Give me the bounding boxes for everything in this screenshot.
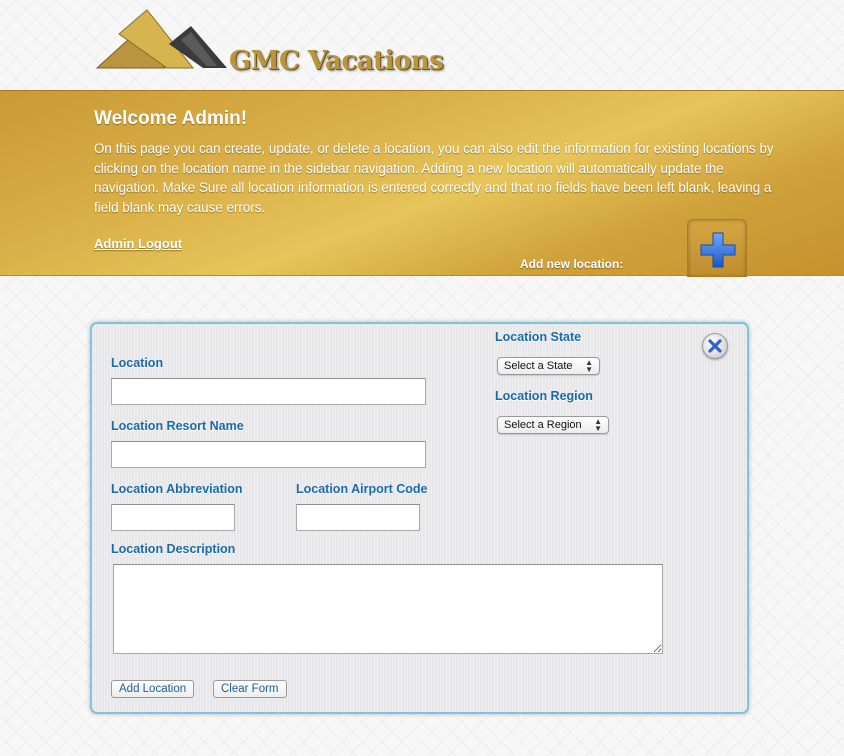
welcome-banner: Welcome Admin! On this page you can crea… [0, 90, 844, 277]
logo-text: GMC Vacations [229, 46, 444, 76]
description-label: Location Description [111, 542, 236, 556]
clear-form-button[interactable]: Clear Form [213, 680, 287, 698]
page-title: Welcome Admin! [94, 108, 248, 129]
select-arrows-icon: ▲ ▼ [585, 358, 593, 374]
logo[interactable]: GMC Vacations [95, 8, 475, 76]
location-label: Location [111, 356, 164, 370]
select-arrows-icon: ▲ ▼ [594, 417, 602, 433]
airport-code-label: Location Airport Code [296, 482, 428, 496]
add-location-button[interactable] [687, 219, 747, 277]
add-new-location-label: Add new location: [520, 257, 624, 271]
state-select-value: Select a State [504, 360, 573, 372]
close-form-button[interactable] [702, 333, 728, 359]
region-select-value: Select a Region [504, 419, 582, 431]
location-input[interactable] [111, 378, 426, 405]
add-location-submit-button[interactable]: Add Location [111, 680, 195, 698]
location-form-panel: Location Location Resort Name Location A… [90, 322, 749, 714]
site-header: GMC Vacations [0, 0, 844, 90]
airport-code-input[interactable] [296, 504, 420, 531]
close-x-icon [708, 339, 722, 353]
abbreviation-label: Location Abbreviation [111, 482, 243, 496]
resort-name-input[interactable] [111, 441, 426, 468]
admin-logout-link[interactable]: Admin Logout [94, 236, 182, 251]
abbreviation-input[interactable] [111, 504, 235, 531]
region-select[interactable]: Select a Region ▲ ▼ [497, 416, 609, 434]
resort-name-label: Location Resort Name [111, 419, 244, 433]
logo-mountains-icon [95, 9, 227, 69]
state-select[interactable]: Select a State ▲ ▼ [497, 357, 600, 375]
intro-text: On this page you can create, update, or … [94, 141, 774, 215]
region-label: Location Region [495, 389, 593, 403]
state-label: Location State [495, 330, 582, 344]
plus-icon [700, 232, 736, 268]
description-textarea[interactable] [113, 564, 663, 654]
